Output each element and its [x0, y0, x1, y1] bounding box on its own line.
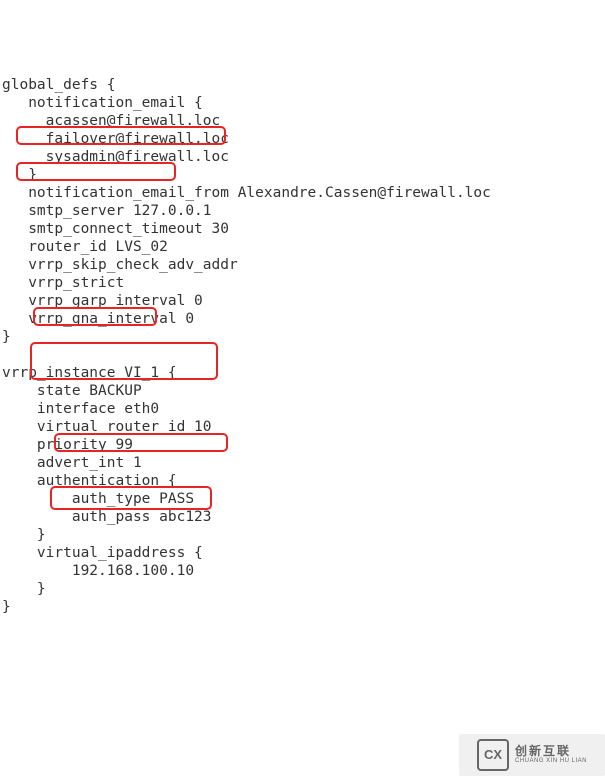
line: vrrp_skip_check_adv_addr — [2, 257, 238, 273]
watermark-py: CHUANG XIN HU LIAN — [515, 758, 587, 765]
line: auth_pass abc123 — [2, 509, 212, 525]
line: } — [2, 329, 11, 345]
line: smtp_server 127.0.0.1 — [2, 203, 212, 219]
line: } — [2, 599, 11, 615]
watermark-logo-icon: CX — [477, 739, 509, 771]
watermark-cn: 创新互联 — [515, 745, 587, 758]
line: advert_int 1 — [2, 455, 142, 471]
line: vrrp_gna_interval 0 — [2, 311, 194, 327]
line: vrrp_strict — [2, 275, 124, 291]
line: sysadmin@firewall.loc — [2, 149, 229, 165]
line: virtual_router_id 10 — [2, 419, 212, 435]
config-text: global_defs { notification_email { acass… — [2, 76, 603, 616]
watermark: CX 创新互联 CHUANG XIN HU LIAN — [459, 734, 605, 776]
line: notification_email { — [2, 95, 203, 111]
line: interface eth0 — [2, 401, 159, 417]
line: } — [2, 527, 46, 543]
line: auth_type PASS — [2, 491, 194, 507]
line: state BACKUP — [2, 383, 142, 399]
line: vrrp_instance VI_1 { — [2, 365, 177, 381]
line: priority 99 — [2, 437, 133, 453]
line: 192.168.100.10 — [2, 563, 194, 579]
line: router_id LVS_02 — [2, 239, 168, 255]
line: global_defs { — [2, 77, 116, 93]
line: acassen@firewall.loc — [2, 113, 220, 129]
line: authentication { — [2, 473, 177, 489]
line: } — [2, 167, 37, 183]
line: vrrp_garp_interval 0 — [2, 293, 203, 309]
line: failover@firewall.loc — [2, 131, 229, 147]
watermark-text: 创新互联 CHUANG XIN HU LIAN — [515, 745, 587, 765]
line: } — [2, 581, 46, 597]
line: virtual_ipaddress { — [2, 545, 203, 561]
line: smtp_connect_timeout 30 — [2, 221, 229, 237]
line: notification_email_from Alexandre.Cassen… — [2, 185, 491, 201]
